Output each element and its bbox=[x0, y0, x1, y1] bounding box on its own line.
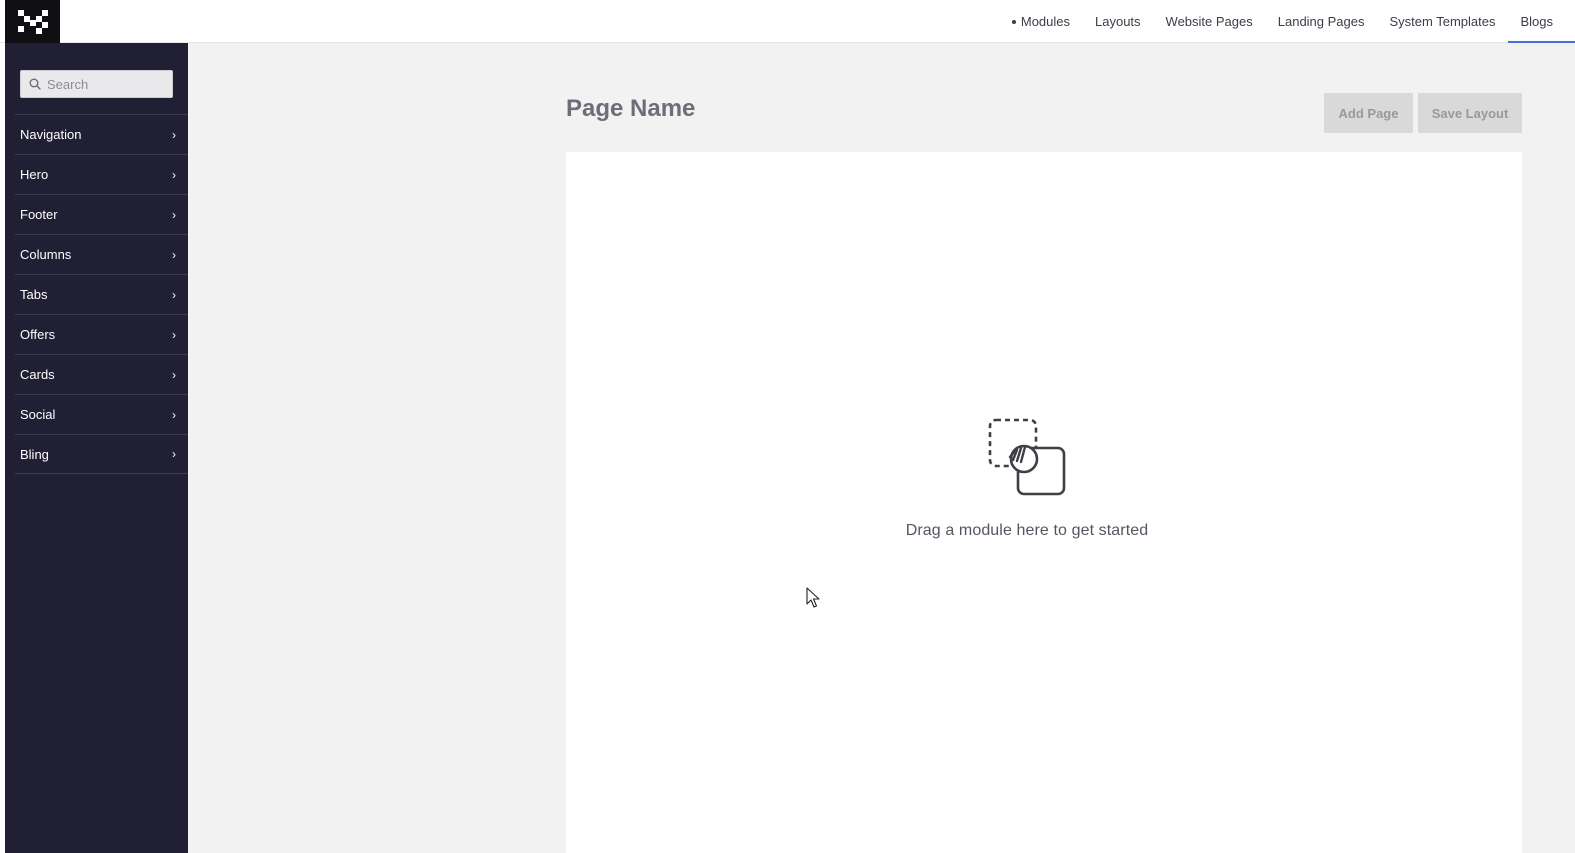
sidebar-item-social[interactable]: Social › bbox=[15, 394, 188, 434]
sidebar-item-label: Offers bbox=[20, 327, 56, 342]
sidebar-item-label: Bling bbox=[20, 446, 49, 462]
top-navigation: Modules Layouts Website Pages Landing Pa… bbox=[999, 0, 1575, 43]
topnav-modules[interactable]: Modules bbox=[999, 0, 1082, 43]
topnav-landing-pages[interactable]: Landing Pages bbox=[1265, 0, 1377, 43]
module-sidebar: Navigation › Hero › Footer › Columns › T… bbox=[5, 43, 188, 853]
chevron-right-icon: › bbox=[172, 287, 176, 302]
topnav-website-pages[interactable]: Website Pages bbox=[1153, 0, 1265, 43]
topnav-modules-label: Modules bbox=[1020, 14, 1070, 29]
topnav-landing-pages-label: Landing Pages bbox=[1277, 14, 1365, 29]
topnav-layouts-label: Layouts bbox=[1095, 14, 1141, 29]
sidebar-item-label: Columns bbox=[20, 247, 72, 262]
top-bar: Modules Layouts Website Pages Landing Pa… bbox=[0, 0, 1575, 43]
topnav-system-templates[interactable]: System Templates bbox=[1377, 0, 1508, 43]
search-input[interactable] bbox=[47, 76, 157, 92]
chevron-right-icon: › bbox=[172, 207, 176, 222]
add-page-button[interactable]: Add Page bbox=[1324, 93, 1413, 133]
sidebar-item-offers[interactable]: Offers › bbox=[15, 314, 188, 354]
search-box[interactable] bbox=[20, 70, 173, 98]
logo-icon[interactable] bbox=[5, 0, 60, 43]
search-icon bbox=[29, 78, 41, 90]
sidebar-item-label: Cards bbox=[20, 367, 55, 382]
chevron-right-icon: › bbox=[172, 407, 176, 422]
current-indicator-dot bbox=[1011, 19, 1016, 24]
topnav-system-templates-label: System Templates bbox=[1389, 14, 1496, 29]
sidebar-item-label: Tabs bbox=[20, 287, 48, 302]
layout-drop-zone[interactable]: Drag a module here to get started bbox=[566, 152, 1522, 853]
sidebar-item-bling[interactable]: Bling › bbox=[15, 434, 188, 474]
sidebar-item-tabs[interactable]: Tabs › bbox=[15, 274, 188, 314]
sidebar-item-label: Footer bbox=[20, 207, 58, 222]
sidebar-item-label: Navigation bbox=[20, 127, 82, 142]
topnav-website-pages-label: Website Pages bbox=[1165, 14, 1253, 29]
chevron-right-icon: › bbox=[172, 127, 176, 142]
sidebar-item-footer[interactable]: Footer › bbox=[15, 194, 188, 234]
chevron-right-icon: › bbox=[172, 167, 176, 182]
chevron-right-icon: › bbox=[172, 327, 176, 342]
save-layout-button[interactable]: Save Layout bbox=[1418, 93, 1522, 133]
chevron-right-icon: › bbox=[172, 247, 176, 262]
topnav-layouts[interactable]: Layouts bbox=[1083, 0, 1154, 43]
mouse-pointer-icon bbox=[806, 587, 820, 608]
chevron-right-icon: › bbox=[172, 447, 176, 461]
sidebar-item-hero[interactable]: Hero › bbox=[15, 154, 188, 194]
topnav-blogs[interactable]: Blogs bbox=[1507, 0, 1575, 43]
sidebar-item-label: Hero bbox=[20, 167, 49, 182]
empty-state-message: Drag a module here to get started bbox=[905, 522, 1149, 539]
sidebar-item-label: Social bbox=[20, 407, 56, 422]
chevron-right-icon: › bbox=[172, 367, 176, 382]
topnav-blogs-label: Blogs bbox=[1520, 14, 1553, 29]
sidebar-item-columns[interactable]: Columns › bbox=[15, 234, 188, 274]
module-category-list: Navigation › Hero › Footer › Columns › T… bbox=[15, 114, 188, 474]
drag-module-icon bbox=[988, 418, 1066, 496]
sidebar-item-cards[interactable]: Cards › bbox=[15, 354, 188, 394]
page-title[interactable]: Page Name bbox=[566, 95, 695, 123]
sidebar-item-navigation[interactable]: Navigation › bbox=[15, 114, 188, 154]
